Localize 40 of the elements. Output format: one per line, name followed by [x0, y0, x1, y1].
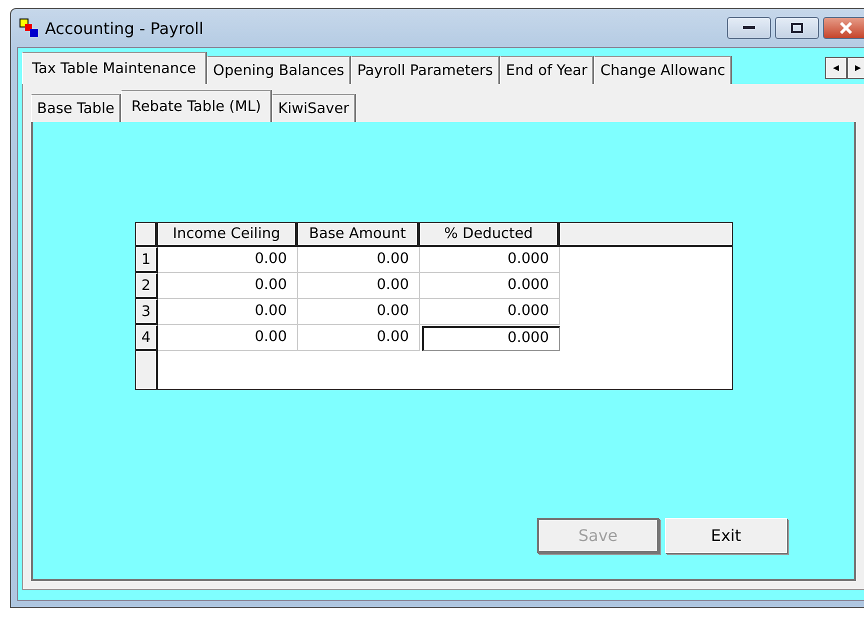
column-header: Base Amount — [298, 223, 420, 247]
scroll-right-button[interactable]: ► — [847, 57, 864, 79]
tab[interactable]: Payroll Parameters — [351, 56, 499, 84]
exit-button[interactable]: Exit — [665, 518, 787, 553]
row-number: 2 — [136, 273, 158, 299]
app-icon — [19, 18, 39, 38]
minimize-icon — [743, 26, 755, 30]
minimize-button[interactable] — [727, 17, 771, 39]
column-header: % Deducted — [420, 223, 560, 247]
table-cell[interactable]: 0.000 — [422, 326, 560, 351]
tab[interactable]: Rebate Table (ML) — [121, 90, 272, 122]
window-title: Accounting - Payroll — [45, 18, 204, 38]
table-cell[interactable]: 0.000 — [420, 273, 560, 299]
corner-header — [136, 223, 158, 247]
table-cell[interactable]: 0.00 — [298, 247, 420, 273]
tab[interactable]: Change Allowanc — [594, 56, 732, 84]
table-cell[interactable]: 0.000 — [420, 299, 560, 325]
tab[interactable]: Base Table — [31, 94, 120, 122]
table-cell[interactable]: 0.00 — [298, 325, 420, 351]
table-cell[interactable]: 0.00 — [158, 247, 298, 273]
column-header: Income Ceiling — [158, 223, 298, 247]
tab[interactable]: Tax Table Maintenance — [22, 52, 206, 84]
table-cell[interactable]: 0.00 — [298, 299, 420, 325]
close-button[interactable] — [823, 17, 864, 39]
row-number: 4 — [136, 325, 158, 351]
table-cell[interactable]: 0.00 — [158, 299, 298, 325]
maximize-button[interactable] — [775, 17, 819, 39]
table-cell[interactable]: 0.00 — [298, 273, 420, 299]
row-header — [136, 351, 158, 389]
close-icon — [839, 22, 853, 34]
tab[interactable]: End of Year — [500, 56, 594, 84]
table-cell[interactable]: 0.00 — [158, 325, 298, 351]
tab[interactable]: KiwiSaver — [272, 94, 356, 122]
row-number: 3 — [136, 299, 158, 325]
table-cell[interactable]: 0.000 — [420, 247, 560, 273]
tab[interactable]: Opening Balances — [207, 56, 350, 84]
maximize-icon — [791, 23, 803, 33]
scroll-left-button[interactable]: ◄ — [825, 57, 847, 79]
table-cell[interactable]: 0.00 — [158, 273, 298, 299]
row-number: 1 — [136, 247, 158, 273]
